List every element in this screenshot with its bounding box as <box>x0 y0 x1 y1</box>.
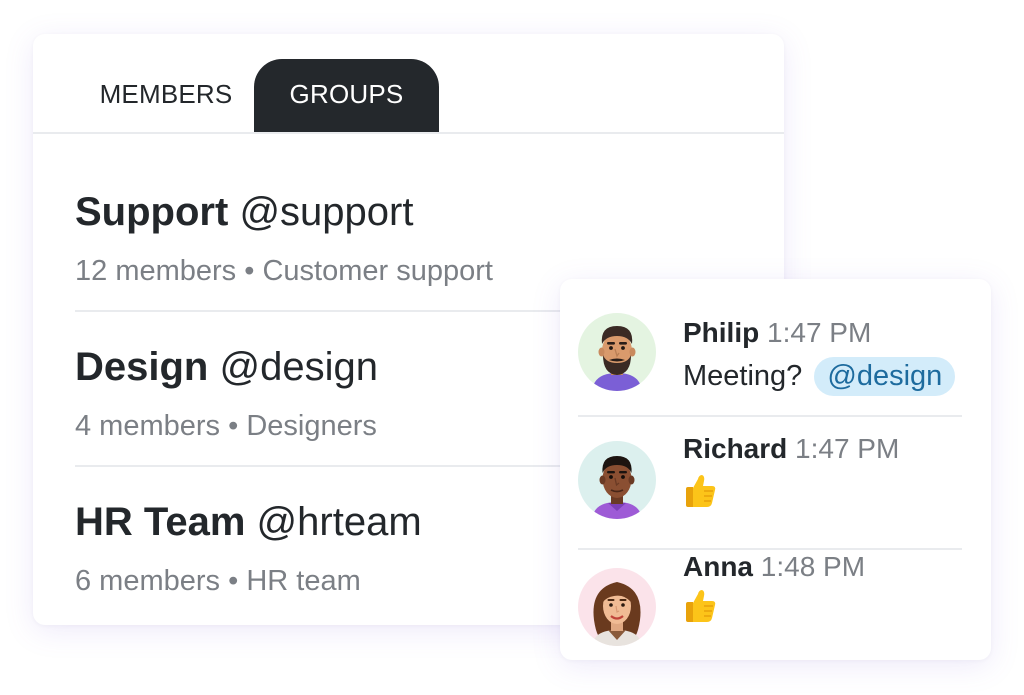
group-item-support[interactable]: Support @support 12 members • Customer s… <box>75 160 605 312</box>
chat-message: Philip 1:47 PM Meeting? @design <box>578 301 962 417</box>
thumbs-up-icon <box>683 473 717 518</box>
group-meta: 6 members • HR team <box>75 564 361 599</box>
message-header: Anna 1:48 PM <box>683 550 865 584</box>
group-member-count: 12 members <box>75 255 237 287</box>
philip-avatar-icon[interactable] <box>578 313 656 391</box>
message-body <box>683 588 717 633</box>
richard-avatar-icon[interactable] <box>578 441 656 519</box>
message-text: Meeting? <box>683 360 803 392</box>
group-item-hrteam[interactable]: HR Team @hrteam 6 members • HR team <box>75 470 605 620</box>
author-name: Richard <box>683 433 788 464</box>
chat-message: Richard 1:47 PM <box>578 417 962 550</box>
group-handle: @design <box>219 345 378 389</box>
message-body: Meeting? @design <box>683 357 956 396</box>
group-member-count: 6 members <box>75 565 221 597</box>
separator-dot: • <box>228 565 239 597</box>
tab-groups[interactable]: GROUPS <box>254 59 439 132</box>
message-body <box>683 473 717 518</box>
group-member-count: 4 members <box>75 410 221 442</box>
group-name: Support <box>75 190 229 234</box>
group-meta: 4 members • Designers <box>75 409 377 444</box>
message-time: 1:47 PM <box>795 433 900 464</box>
group-description: Designers <box>246 410 377 442</box>
group-title: HR Team @hrteam <box>75 498 422 546</box>
tab-bar: MEMBERS GROUPS <box>33 34 784 134</box>
group-name: Design <box>75 345 209 389</box>
message-header: Richard 1:47 PM <box>683 432 899 466</box>
group-item-design[interactable]: Design @design 4 members • Designers <box>75 315 605 467</box>
group-name: HR Team <box>75 500 246 544</box>
group-handle: @hrteam <box>256 500 422 544</box>
anna-avatar-icon[interactable] <box>578 568 656 646</box>
separator-dot: • <box>228 410 239 442</box>
group-meta: 12 members • Customer support <box>75 254 493 289</box>
message-time: 1:48 PM <box>760 551 866 582</box>
chat-message: Anna 1:48 PM <box>578 550 962 654</box>
mention-chip[interactable]: @design <box>814 357 956 396</box>
group-title: Support @support <box>75 188 413 236</box>
tab-members[interactable]: MEMBERS <box>80 59 252 132</box>
message-time: 1:47 PM <box>767 317 872 348</box>
group-title: Design @design <box>75 343 378 391</box>
author-name: Anna <box>683 551 753 582</box>
separator-dot: • <box>244 255 255 287</box>
message-header: Philip 1:47 PM <box>683 316 871 350</box>
group-description: Customer support <box>262 255 493 287</box>
group-handle: @support <box>239 190 414 234</box>
group-description: HR team <box>246 565 361 597</box>
author-name: Philip <box>683 317 760 348</box>
chat-panel: Philip 1:47 PM Meeting? @design Richard … <box>560 279 991 660</box>
thumbs-up-icon <box>683 588 717 633</box>
